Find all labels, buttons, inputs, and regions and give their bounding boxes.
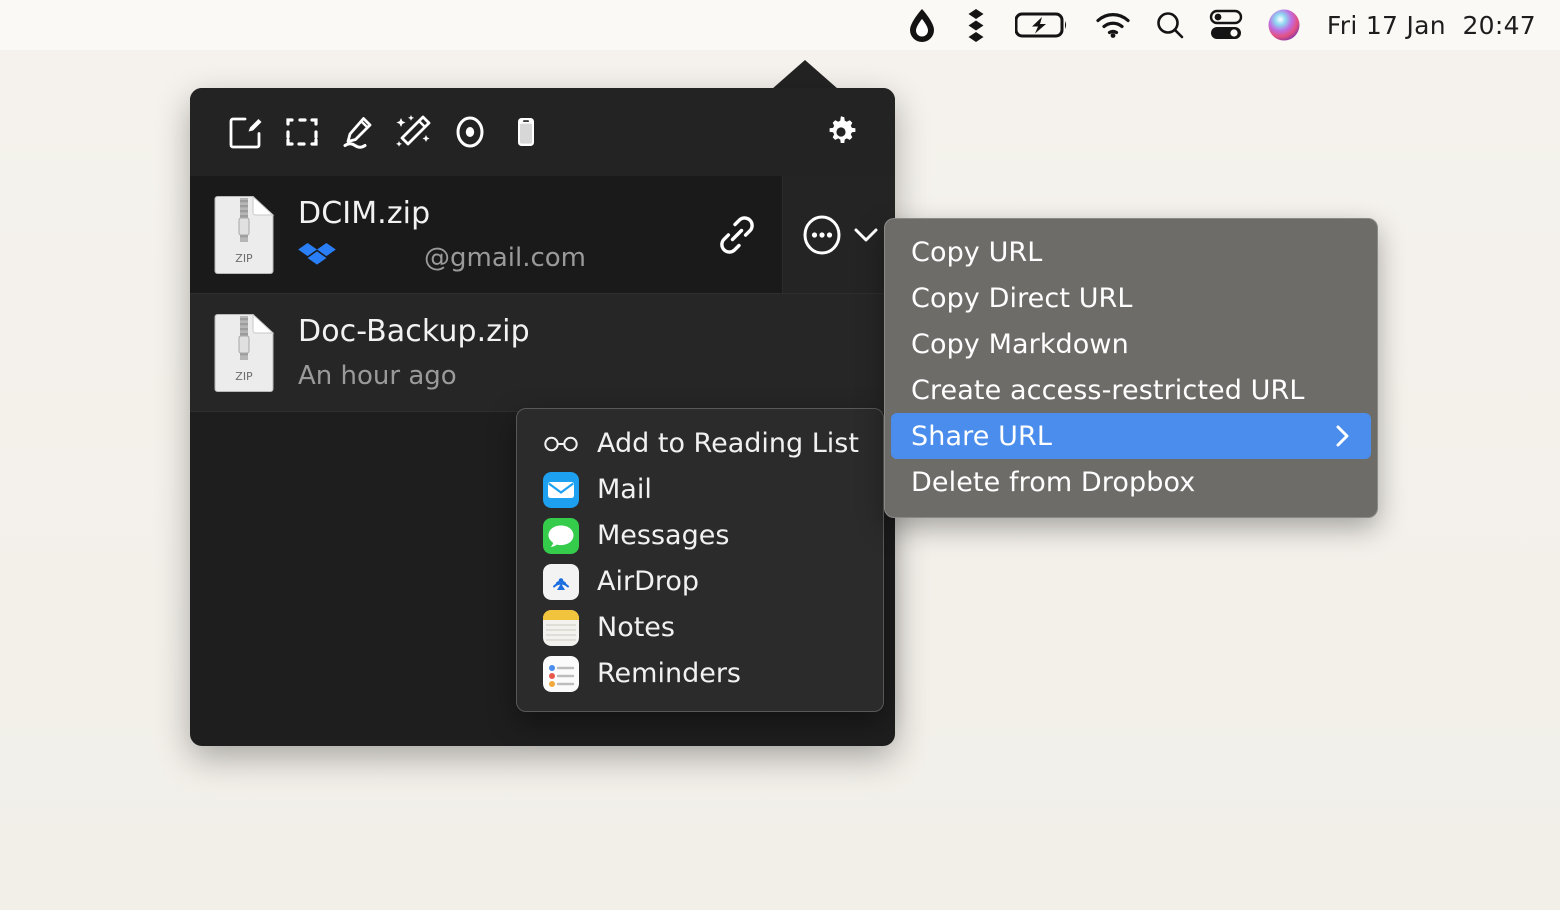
airdrop-app-icon [543, 564, 579, 600]
menubar-clock[interactable]: Fri 17 Jan 20:47 [1313, 0, 1538, 50]
file-subtitle-row: @gmail.com [298, 242, 682, 273]
dropbox-icon [298, 242, 336, 265]
select-area-button[interactable] [274, 104, 330, 160]
messages-app-icon [543, 518, 579, 554]
file-name: DCIM.zip [298, 196, 431, 231]
menu-item-create-access-restricted-url[interactable]: Create access-restricted URL [891, 367, 1371, 413]
pen-highlight-icon [343, 117, 372, 149]
link-icon [720, 216, 754, 254]
panel-toolbar [190, 88, 895, 176]
submenu-item-label: AirDrop [597, 566, 700, 597]
control-center-icon[interactable] [1197, 0, 1255, 50]
siri-icon[interactable] [1255, 0, 1313, 50]
svg-text:ZIP: ZIP [235, 252, 253, 265]
record-circle-icon [456, 116, 484, 148]
menu-item-copy-url[interactable]: Copy URL [891, 229, 1371, 275]
menu-item-label: Copy Direct URL [911, 282, 1133, 314]
chevron-right-icon [1333, 423, 1353, 449]
submenu-item-label: Add to Reading List [597, 428, 859, 459]
zip-file-icon: ZIP [213, 313, 275, 392]
menu-item-label: Delete from Dropbox [911, 466, 1196, 498]
file-icon-wrap: ZIP [190, 313, 298, 392]
file-row[interactable]: ZIP Doc-Backup.zip An hour ago [190, 294, 895, 412]
annotate-button[interactable] [330, 104, 386, 160]
submenu-item-messages[interactable]: Messages [517, 513, 883, 559]
wifi-icon[interactable] [1083, 0, 1143, 50]
magic-wand-button[interactable] [386, 104, 442, 160]
settings-gear-button[interactable] [813, 104, 869, 160]
submenu-item-label: Mail [597, 474, 652, 505]
desktop-background: Fri 17 Jan 20:47 ZIP DCIM.zip @gmail.com… [0, 0, 1560, 910]
menu-item-label: Create access-restricted URL [911, 374, 1305, 406]
gear-icon [829, 116, 856, 143]
file-meta: DCIM.zip @gmail.com [298, 196, 692, 274]
menu-item-label: Copy Markdown [911, 328, 1129, 360]
share-submenu: Add to Reading List Mail Messages AirDro… [516, 408, 884, 712]
device-capture-button[interactable] [498, 104, 554, 160]
file-row[interactable]: ZIP DCIM.zip @gmail.com [190, 176, 895, 294]
record-button[interactable] [442, 104, 498, 160]
file-account: @gmail.com [424, 243, 587, 273]
submenu-item-reading-list[interactable]: Add to Reading List [517, 421, 883, 467]
menu-item-delete-from-dropbox[interactable]: Delete from Dropbox [891, 459, 1371, 505]
submenu-item-label: Notes [597, 612, 675, 643]
magic-wand-icon [396, 115, 431, 147]
menu-item-copy-markdown[interactable]: Copy Markdown [891, 321, 1371, 367]
file-name: Doc-Backup.zip [298, 314, 530, 349]
compose-icon [229, 117, 262, 149]
dropbox-menu-icon[interactable] [949, 0, 1003, 50]
submenu-item-airdrop[interactable]: AirDrop [517, 559, 883, 605]
new-note-button[interactable] [218, 104, 274, 160]
macos-menu-bar: Fri 17 Jan 20:47 [0, 0, 1560, 50]
svg-text:ZIP: ZIP [235, 370, 253, 383]
submenu-item-label: Reminders [597, 658, 741, 689]
file-subtitle-row: An hour ago [298, 361, 885, 391]
battery-charging-icon[interactable] [1003, 0, 1083, 50]
submenu-item-mail[interactable]: Mail [517, 467, 883, 513]
zip-file-icon: ZIP [213, 195, 275, 274]
file-meta: Doc-Backup.zip An hour ago [298, 314, 895, 392]
iphone-icon [518, 118, 534, 146]
reading-glasses-icon [543, 426, 579, 462]
popover-arrow [772, 60, 838, 89]
flameshot-droplet-icon[interactable] [895, 0, 949, 50]
submenu-item-label: Messages [597, 520, 730, 551]
submenu-item-reminders[interactable]: Reminders [517, 651, 883, 697]
notes-app-icon [543, 610, 579, 646]
submenu-item-notes[interactable]: Notes [517, 605, 883, 651]
menu-item-label: Copy URL [911, 236, 1043, 268]
menu-item-copy-direct-url[interactable]: Copy Direct URL [891, 275, 1371, 321]
more-actions-button[interactable] [782, 176, 895, 294]
menu-item-share-url[interactable]: Share URL [891, 413, 1371, 459]
menu-item-label: Share URL [911, 420, 1052, 452]
copy-link-button[interactable] [692, 212, 782, 258]
chevron-down-icon [854, 228, 878, 242]
mail-app-icon [543, 472, 579, 508]
spotlight-search-icon[interactable] [1143, 0, 1197, 50]
file-icon-wrap: ZIP [190, 195, 298, 274]
ellipsis-circle-icon [803, 215, 841, 255]
reminders-app-icon [543, 656, 579, 692]
file-timestamp: An hour ago [298, 361, 457, 391]
context-menu: Copy URL Copy Direct URL Copy Markdown C… [884, 218, 1378, 518]
selection-rect-icon [286, 118, 318, 146]
